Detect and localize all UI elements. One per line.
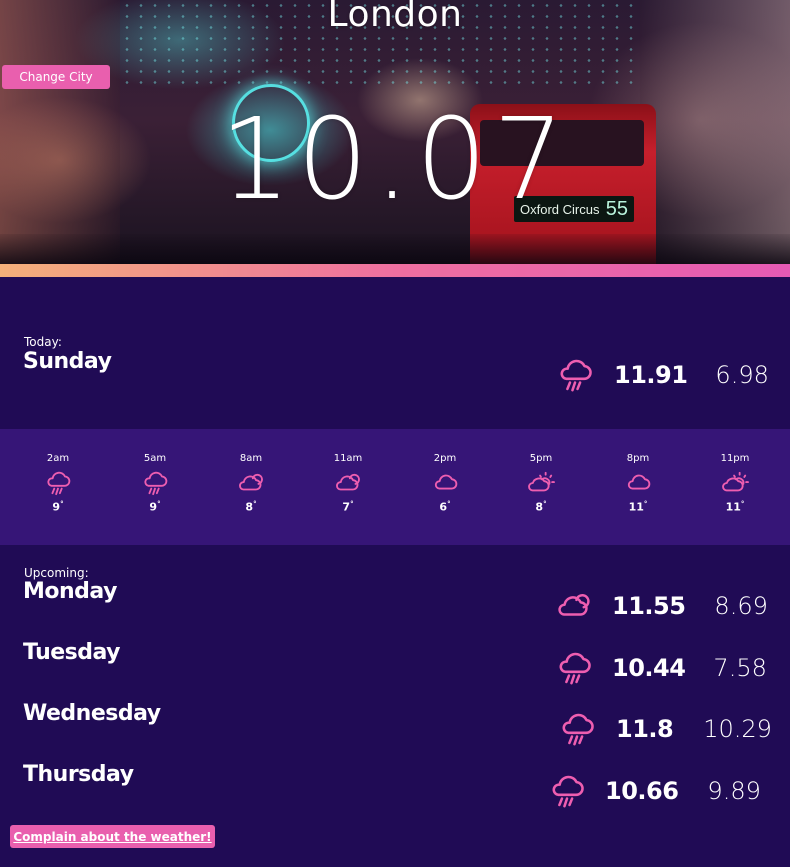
upcoming-low: 7.58	[713, 654, 767, 682]
upcoming-section: Upcoming: Monday 11.55 8.69 Tuesday 10.4…	[0, 545, 790, 867]
partly-sunny-icon	[722, 471, 749, 492]
upcoming-values: 11.55 8.69	[555, 589, 768, 623]
upcoming-low: 8.69	[714, 592, 768, 620]
city-name: London	[327, 0, 463, 35]
upcoming-high: 11.55	[612, 592, 686, 620]
partly-cloudy-night-icon	[558, 594, 590, 616]
change-city-button[interactable]: Change City	[2, 65, 110, 89]
rain-cloud-icon	[144, 471, 168, 496]
upcoming-values: 10.66 9.89	[548, 773, 761, 809]
hour-time: 11am	[333, 453, 363, 464]
upcoming-day: Wednesday	[23, 701, 161, 726]
hour-temp: 11°	[725, 500, 745, 514]
hour-temp: 9°	[52, 500, 64, 514]
local-time: 10.07	[219, 95, 571, 225]
hourly-item: 2am 9°	[28, 453, 88, 514]
hourly-item: 8pm 11°	[608, 453, 668, 514]
today-low: 6.98	[715, 361, 769, 389]
upcoming-high: 10.66	[605, 777, 679, 805]
partly-cloudy-night-icon	[239, 473, 263, 491]
partly-sunny-icon	[528, 471, 555, 492]
today-day: Sunday	[23, 349, 112, 374]
rain-cloud-icon	[559, 652, 591, 685]
upcoming-low: 9.89	[707, 777, 761, 805]
cloud-icon	[434, 474, 458, 490]
upcoming-values: 11.8 10.29	[558, 711, 772, 747]
today-section: Today: Sunday 11.91 6.98	[0, 277, 790, 429]
upcoming-day: Monday	[23, 579, 117, 604]
cloud-icon	[627, 474, 651, 490]
today-high: 11.91	[614, 361, 688, 389]
hero-banner: Oxford Circus 55 London 10.07 Change City	[0, 0, 790, 264]
hour-time: 8pm	[626, 453, 650, 464]
hero-gradient-bar	[0, 264, 790, 277]
hour-temp: 6°	[439, 500, 451, 514]
rain-cloud-icon	[552, 775, 584, 808]
complain-button[interactable]: Complain about the weather!	[10, 825, 215, 848]
hourly-forecast: 2am 9° 5am 9° 8am 8° 11am 7° 2pm 6° 5pm …	[0, 429, 790, 545]
hour-temp: 9°	[149, 500, 161, 514]
hourly-item: 2pm 6°	[415, 453, 475, 514]
upcoming-day: Tuesday	[23, 640, 121, 665]
today-values: 11.91 6.98	[556, 357, 769, 393]
hour-temp: 7°	[342, 500, 354, 514]
hour-time: 2am	[46, 453, 70, 464]
rain-cloud-icon	[560, 359, 592, 392]
hour-temp: 11°	[628, 500, 648, 514]
hourly-item: 11am 7°	[318, 453, 378, 514]
hour-time: 5am	[143, 453, 167, 464]
today-label: Today:	[24, 335, 62, 349]
upcoming-values: 10.44 7.58	[555, 650, 767, 686]
background-road	[0, 234, 790, 264]
hourly-item: 5pm 8°	[511, 453, 571, 514]
hour-temp: 8°	[535, 500, 547, 514]
upcoming-high: 11.8	[616, 715, 674, 743]
upcoming-low: 10.29	[703, 715, 772, 743]
upcoming-label: Upcoming:	[24, 566, 89, 580]
rain-cloud-icon	[562, 713, 594, 746]
upcoming-day: Thursday	[23, 762, 134, 787]
hour-time: 11pm	[720, 453, 750, 464]
upcoming-high: 10.44	[612, 654, 686, 682]
rain-cloud-icon	[47, 471, 71, 496]
hourly-item: 8am 8°	[221, 453, 281, 514]
hourly-item: 11pm 11°	[705, 453, 765, 514]
hour-time: 2pm	[433, 453, 457, 464]
hour-temp: 8°	[245, 500, 257, 514]
hourly-item: 5am 9°	[125, 453, 185, 514]
partly-cloudy-night-icon	[336, 473, 360, 491]
hour-time: 8am	[239, 453, 263, 464]
hour-time: 5pm	[529, 453, 553, 464]
